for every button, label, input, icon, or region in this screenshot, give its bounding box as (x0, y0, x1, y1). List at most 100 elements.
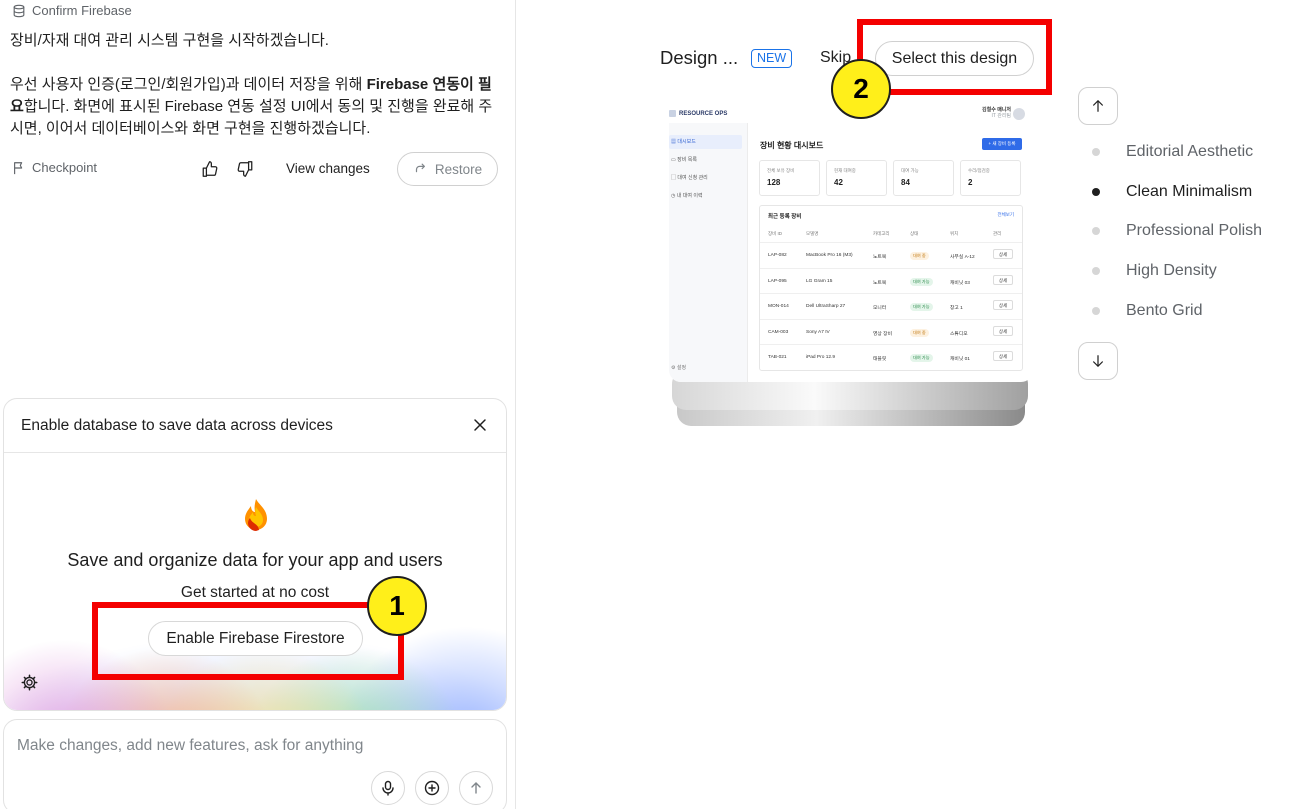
restore-button[interactable]: Restore (397, 152, 498, 186)
table-header: 위치 (950, 231, 959, 236)
scroll-down-button[interactable] (1078, 342, 1118, 380)
design-style-label: Clean Minimalism (1126, 182, 1253, 200)
design-style-option[interactable]: High Density (1092, 262, 1217, 280)
send-button[interactable] (459, 771, 493, 805)
preview-table: 최근 등록 장비 전체보기 장비 ID 모델명 카테고리 상태 위치 관리 LA… (759, 205, 1023, 371)
firebase-flame-icon (245, 499, 267, 531)
design-style-option[interactable]: Editorial Aesthetic (1092, 143, 1253, 161)
checkpoint-label: Checkpoint (32, 160, 98, 175)
arrow-down-icon (1093, 355, 1103, 367)
scroll-up-button[interactable] (1078, 87, 1118, 125)
breadcrumb-label: Confirm Firebase (32, 3, 132, 18)
table-row: LAP-082 MacBook Pro 16 (M3) 노트북 대여 중 사무실 A-1… (760, 242, 1022, 267)
preview-stat: 전체 보유 장비 128 (759, 160, 820, 196)
preview-settings: ⚙ 설정 (671, 364, 686, 371)
preview-nav-label: 대시보드 (677, 139, 696, 145)
table-cell: 캐비닛 01 (950, 357, 970, 363)
assistant-message: 장비/자재 대여 관리 시스템 구현을 시작하겠습니다. 우선 사용자 인증(로… (10, 30, 500, 162)
table-cell: 스튜디오 (950, 331, 968, 337)
table-cell: 창고 1 (950, 306, 963, 312)
stat-label: 전체 보유 장비 (767, 168, 795, 173)
add-button[interactable] (415, 771, 449, 805)
table-cell: Sony A7 IV (806, 329, 830, 335)
annotation-box-1 (92, 602, 404, 680)
preview-stat: 대여 가능 84 (893, 160, 954, 196)
preview-settings-label: 설정 (676, 365, 687, 371)
design-style-option[interactable]: Bento Grid (1092, 302, 1202, 320)
selection-dot-icon (1092, 227, 1100, 236)
stat-label: 수리/점검중 (968, 168, 990, 173)
breadcrumb[interactable]: Confirm Firebase (12, 3, 132, 18)
annotation-marker-2: 2 (831, 59, 891, 119)
table-cell[interactable]: 상세 (993, 249, 1013, 259)
preview-view-all: 전체보기 (997, 212, 1014, 217)
close-icon[interactable] (472, 417, 488, 433)
table-cell: CAM-003 (768, 329, 789, 335)
microphone-button[interactable] (371, 771, 405, 805)
chat-panel: Confirm Firebase 장비/자재 대여 관리 시스템 구현을 시작하… (0, 0, 516, 809)
design-style-label: High Density (1126, 262, 1217, 280)
design-style-option[interactable]: Professional Polish (1092, 222, 1262, 240)
table-cell: 모니터 (873, 306, 887, 312)
design-style-option[interactable]: Clean Minimalism (1092, 183, 1252, 201)
firebase-card-header: Enable database to save data across devi… (4, 399, 506, 453)
table-cell[interactable]: 상세 (993, 325, 1013, 336)
stat-value: 84 (901, 178, 910, 187)
table-cell: 태블릿 (873, 357, 887, 363)
table-header: 관리 (993, 231, 1002, 236)
preview-new-button: + 새 장비 등록 (982, 138, 1022, 150)
message-text: 우선 사용자 인증(로그인/회원가입)과 데이터 저장을 위해 (10, 76, 367, 93)
table-cell: 노트북 (873, 255, 887, 260)
table-row: LAP-095 LG Gram 15 노트북 대여 가능 캐비닛 03 상세 (760, 267, 1022, 293)
selection-dot-icon (1092, 306, 1100, 315)
preview-user: 김철수 매니저 IT 관리팀 (982, 107, 1011, 119)
table-cell: LAP-095 (768, 278, 787, 284)
preview-stat: 현재 대여중 42 (826, 160, 887, 196)
selection-dot-icon (1092, 187, 1100, 196)
thumbs-down-icon (237, 161, 253, 177)
checkpoint: Checkpoint (12, 160, 97, 175)
message-actions: Checkpoint View changes Restore (12, 152, 498, 186)
table-cell: 캐비닛 03 (950, 280, 970, 286)
table-cell[interactable]: 상세 (993, 274, 1013, 285)
arrow-up-icon (471, 782, 481, 794)
table-cell: iPad Pro 12.9 (806, 355, 836, 361)
database-icon (13, 4, 25, 17)
preview-nav-requests: ▢ 대여 신청 관리 (669, 171, 742, 185)
chat-input-box[interactable]: Make changes, add new features, ask for … (3, 719, 507, 809)
table-row: MON-014 Dell UltraSharp 27 모니터 대여 가능 창고 1 상세 (760, 293, 1022, 318)
preview-nav-label: 대여 신청 관리 (677, 175, 708, 181)
message-line-2: 우선 사용자 인증(로그인/회원가입)과 데이터 저장을 위해 Firebase… (10, 74, 500, 140)
message-line-1: 장비/자재 대여 관리 시스템 구현을 시작하겠습니다. (10, 32, 329, 49)
gear-icon[interactable] (21, 674, 38, 691)
new-badge: NEW (751, 49, 793, 68)
selection-dot-icon (1092, 148, 1100, 156)
table-header: 상태 (910, 231, 919, 236)
thumbs-up-button[interactable] (199, 158, 221, 180)
plus-circle-icon (424, 780, 440, 796)
preview-nav-dashboard: ▦ 대시보드 (669, 135, 742, 149)
restore-label: Restore (434, 161, 483, 177)
view-changes-button[interactable]: View changes (286, 161, 370, 176)
thumbs-down-button[interactable] (234, 158, 256, 180)
chat-input[interactable]: Make changes, add new features, ask for … (17, 737, 363, 755)
table-cell[interactable]: 상세 (993, 351, 1013, 362)
table-cell: 대여 가능 (910, 354, 933, 363)
table-cell: 대여 가능 (910, 303, 933, 312)
stat-value: 128 (767, 178, 781, 187)
table-cell: LAP-082 (768, 253, 787, 258)
logo-icon (669, 110, 676, 117)
thumbs-up-icon (202, 161, 218, 177)
avatar (1013, 108, 1025, 120)
design-style-label: Professional Polish (1126, 222, 1263, 240)
stat-label: 대여 가능 (901, 168, 919, 173)
table-header: 모델명 (806, 231, 819, 236)
table-cell: 대여 중 (910, 328, 929, 337)
table-cell: 노트북 (873, 280, 887, 286)
table-cell: MON-014 (768, 304, 789, 310)
stat-value: 2 (968, 178, 973, 187)
table-cell[interactable]: 상세 (993, 300, 1013, 311)
firebase-card-title: Enable database to save data across devi… (21, 417, 333, 434)
design-preview[interactable]: RESOURCE OPS 김철수 매니저 IT 관리팀 ▦ 대시보드 ▭ 장비 목… (669, 98, 1033, 382)
preview-nav-equipment: ▭ 장비 목록 (669, 153, 742, 167)
